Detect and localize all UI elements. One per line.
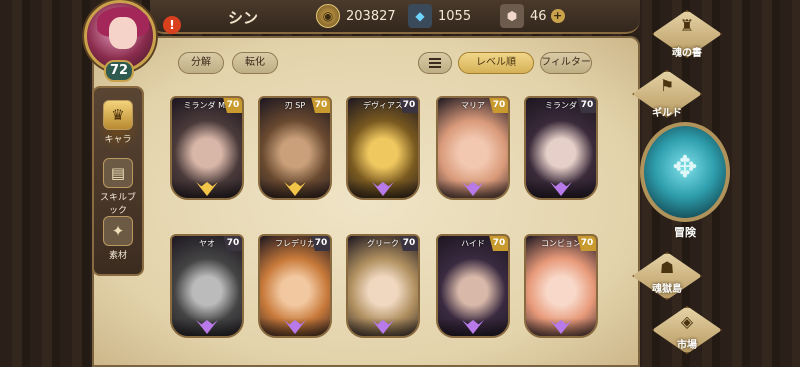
character-card[interactable]: ミランダ 70 xyxy=(524,96,598,200)
avatar-face xyxy=(109,17,137,49)
adventure-label: 冒険 xyxy=(674,226,696,239)
character-card[interactable]: ヤオ 70 xyxy=(170,234,244,338)
sort-toggle-button[interactable] xyxy=(418,52,452,74)
book-icon: ▤ xyxy=(103,158,133,188)
prison-island-label: 魂獄島 xyxy=(652,284,682,295)
character-card[interactable]: 刃 SP 70 xyxy=(258,96,332,200)
soul-book-label: 魂の書 xyxy=(672,48,702,59)
guild-label: ギルド xyxy=(652,108,682,119)
add-stone-button[interactable]: + xyxy=(550,9,565,23)
player-name: シン xyxy=(228,9,259,27)
character-card[interactable]: デヴィアス 70 xyxy=(346,96,420,200)
sidebar-item-characters[interactable]: ♛ キャラ xyxy=(96,96,140,152)
adventure-button[interactable]: ✥ 冒険 xyxy=(640,122,730,239)
market-icon: ◈ xyxy=(680,312,694,331)
gem-counter[interactable]: ◆ 1055 xyxy=(408,4,471,28)
market-label: 市場 xyxy=(677,340,697,351)
gem-value: 1055 xyxy=(438,8,472,24)
character-card[interactable]: ハイド 70 xyxy=(436,234,510,338)
sort-icon xyxy=(429,58,441,68)
sidebar-item-skillbook[interactable]: ▤ スキルブック xyxy=(96,154,140,216)
filter-button[interactable]: フィルター xyxy=(540,52,592,74)
character-card[interactable]: フレデリカ 70 xyxy=(258,234,332,338)
island-icon: ☗ xyxy=(659,258,675,277)
stone-value: 46 xyxy=(530,8,547,24)
soul-book-icon: ♜ xyxy=(679,16,695,35)
sidebar-item-label: キャラ xyxy=(104,135,132,145)
character-card[interactable]: マリア 70 xyxy=(436,96,510,200)
player-level-badge: 72 xyxy=(104,60,134,82)
crown-icon: ♛ xyxy=(103,100,133,130)
sidebar-item-label: 素材 xyxy=(108,251,127,261)
gold-counter[interactable]: ◉ 203827 xyxy=(316,4,396,28)
stone-icon: ⬢ xyxy=(500,4,524,28)
alert-icon[interactable]: ! xyxy=(163,16,181,34)
adventure-emblem-icon: ✥ xyxy=(672,150,698,185)
material-icon: ✦ xyxy=(103,216,133,246)
character-card[interactable]: ミランダ MZ 70 xyxy=(170,96,244,200)
disassemble-button[interactable]: 分解 xyxy=(178,52,224,74)
top-bar: シン ◉ 203827 ◆ 1055 ⬢ 46 + xyxy=(150,0,640,34)
guild-icon: ⚑ xyxy=(659,76,675,95)
character-card[interactable]: グリーク 70 xyxy=(346,234,420,338)
coin-icon: ◉ xyxy=(316,4,340,28)
sort-order-button[interactable]: レベル順 xyxy=(458,52,534,74)
gold-value: 203827 xyxy=(346,8,396,24)
character-card[interactable]: コンビョン 70 xyxy=(524,234,598,338)
sidebar-item-materials[interactable]: ✦ 素材 xyxy=(96,212,140,268)
stone-counter[interactable]: ⬢ 46 + xyxy=(500,4,565,28)
crystal-icon: ◆ xyxy=(408,4,432,28)
transfer-button[interactable]: 転化 xyxy=(232,52,278,74)
